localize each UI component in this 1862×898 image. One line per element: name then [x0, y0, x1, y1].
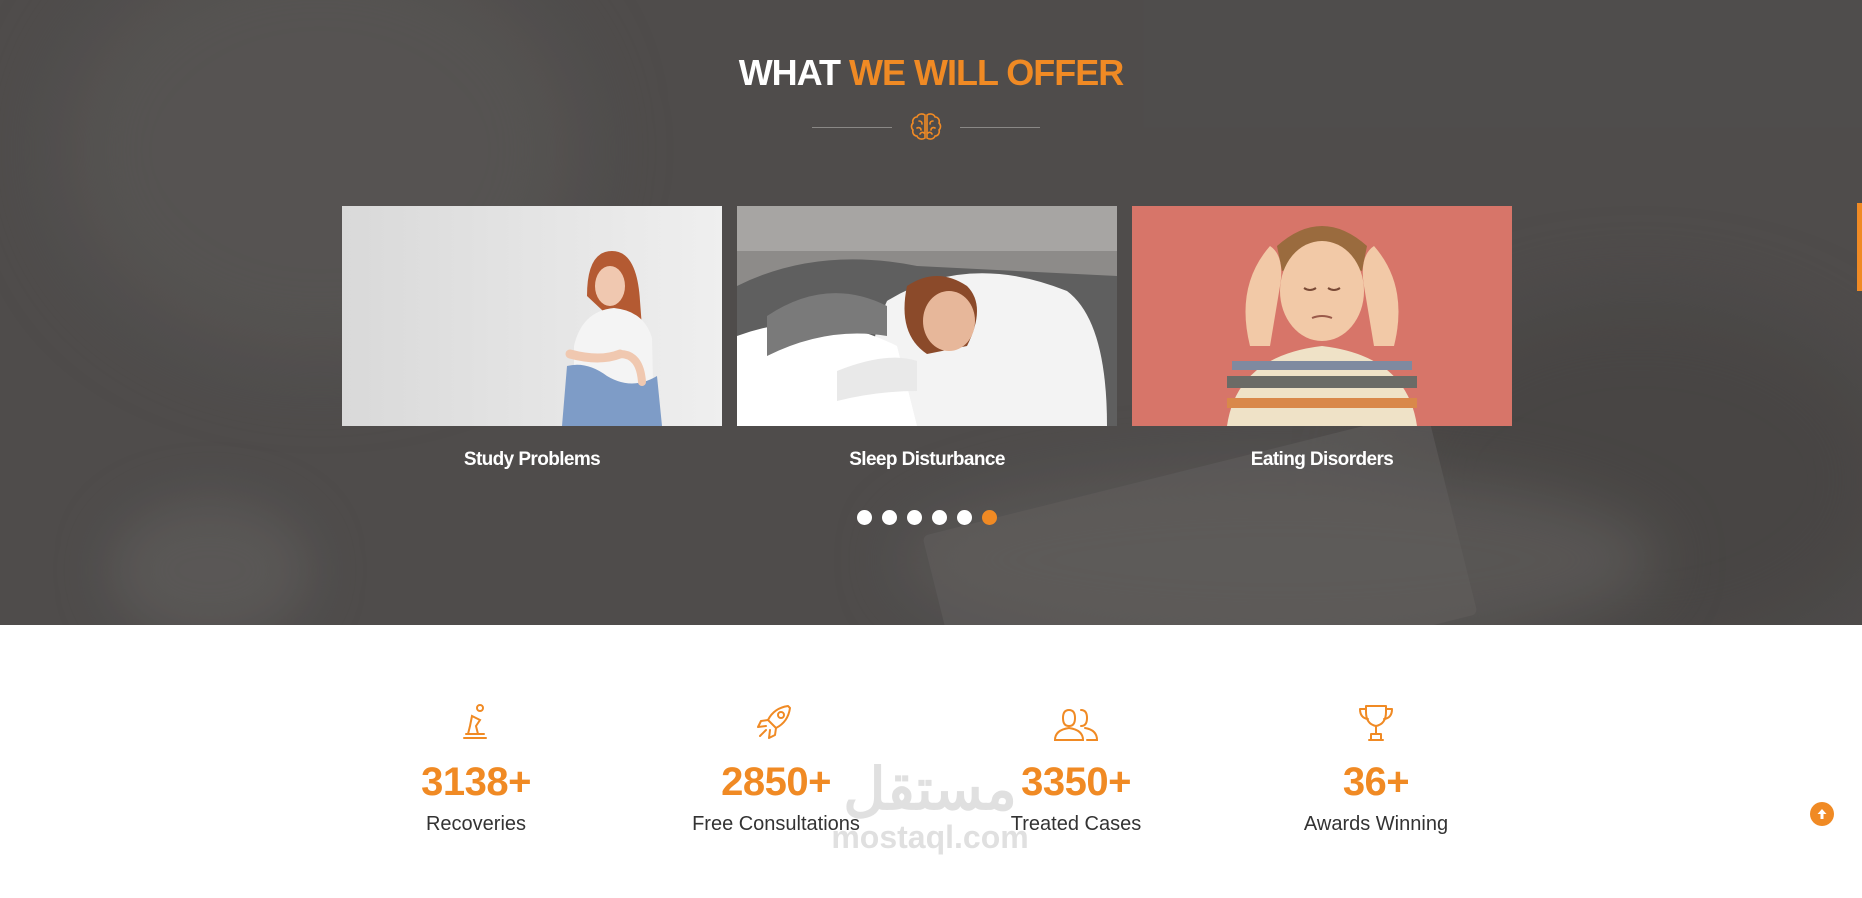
arrow-up-icon	[1817, 809, 1827, 819]
stat-recoveries: 3138+ Recoveries	[326, 700, 626, 836]
back-to-top-button[interactable]	[1810, 802, 1834, 826]
carousel-dot[interactable]	[857, 510, 872, 525]
chess-piece-icon	[463, 704, 487, 739]
card-image-woman-in-bed	[737, 206, 1117, 426]
stat-value: 3138+	[421, 760, 531, 804]
title-plain: WHAT	[738, 52, 841, 93]
carousel-dot[interactable]	[882, 510, 897, 525]
carousel-dot-active[interactable]	[982, 510, 997, 525]
offer-card-sleep-disturbance[interactable]: Sleep Disturbance	[737, 206, 1117, 471]
watermark-latin: mostaql.com	[831, 819, 1029, 855]
scrollbar-thumb[interactable]	[1857, 203, 1862, 291]
stat-awards-winning: 36+ Awards Winning	[1226, 700, 1526, 836]
title-divider	[812, 110, 1040, 146]
divider-line-right	[960, 127, 1040, 128]
brain-icon	[910, 113, 942, 140]
watermark-arabic: مستقل	[843, 757, 1017, 822]
users-icon	[1053, 708, 1099, 741]
trophy-icon	[1359, 705, 1393, 741]
section-title: WHAT WE WILL OFFER	[0, 52, 1862, 94]
offer-card-study-problems[interactable]: Study Problems	[342, 206, 722, 471]
carousel-pagination	[857, 510, 997, 526]
rocket-icon	[757, 705, 791, 739]
stat-value: 36+	[1342, 760, 1410, 804]
watermark: مستقل mostaql.com	[810, 757, 1050, 855]
card-caption[interactable]: Sleep Disturbance	[737, 449, 1117, 471]
carousel-dot[interactable]	[932, 510, 947, 525]
card-image-girl-sitting	[342, 206, 722, 426]
divider-line-left	[812, 127, 892, 128]
stat-label: Recoveries	[425, 813, 527, 835]
card-caption[interactable]: Eating Disorders	[1132, 449, 1512, 471]
stat-label: Awards Winning	[1303, 813, 1449, 835]
offer-card-eating-disorders[interactable]: Eating Disorders	[1132, 206, 1512, 471]
offer-section: WHAT WE WILL OFFER Study Problems Sleep …	[0, 0, 1862, 625]
card-caption[interactable]: Study Problems	[342, 449, 722, 471]
carousel-dot[interactable]	[957, 510, 972, 525]
card-image-boy-headache	[1132, 206, 1512, 426]
carousel-dot[interactable]	[907, 510, 922, 525]
title-highlight: WE WILL OFFER	[849, 52, 1124, 93]
